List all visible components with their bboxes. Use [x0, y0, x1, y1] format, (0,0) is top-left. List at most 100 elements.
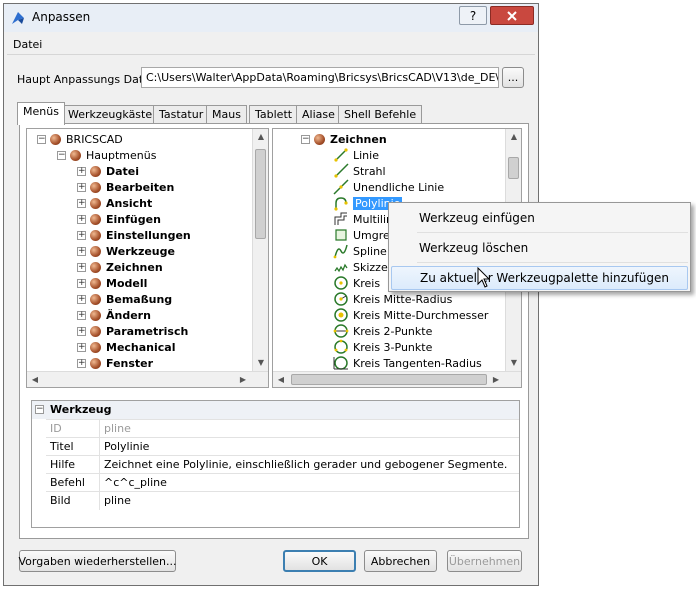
tree-node-menu[interactable]: + Einfügen — [77, 211, 161, 227]
left-tree-vscrollbar[interactable]: ▲ ▼ — [252, 129, 268, 371]
property-row[interactable]: Bild pline — [46, 491, 519, 510]
apply-button[interactable]: Übernehmen — [447, 550, 522, 572]
expand-icon[interactable]: + — [77, 166, 86, 176]
expand-icon[interactable]: + — [77, 214, 86, 224]
property-value[interactable]: Polylinie — [104, 440, 149, 453]
tree-node-zeichnen[interactable]: − Zeichnen — [301, 131, 387, 147]
scroll-right-icon[interactable]: ▶ — [488, 372, 504, 387]
context-item-delete-tool[interactable]: Werkzeug löschen — [391, 236, 688, 260]
tree-node-tool[interactable]: Kreis Mitte-Durchmesser — [333, 307, 488, 323]
scroll-right-icon[interactable]: ▶ — [235, 372, 251, 387]
expand-icon[interactable]: + — [77, 310, 86, 320]
expand-icon[interactable]: + — [77, 278, 86, 288]
expand-icon[interactable]: + — [77, 262, 86, 272]
scroll-left-icon[interactable]: ◀ — [273, 372, 289, 387]
node-icon — [90, 293, 101, 305]
tree-node-menu[interactable]: + Mechanical — [77, 339, 176, 355]
tree-node-menu[interactable]: + Modell — [77, 275, 147, 291]
menu-datei[interactable]: Datei — [13, 38, 42, 51]
property-row[interactable]: ID pline — [46, 419, 519, 438]
context-menu: Werkzeug einfügen Werkzeug löschen Zu ak… — [388, 202, 691, 292]
right-tree-hscrollbar[interactable]: ◀ ▶ — [273, 371, 521, 387]
expand-icon[interactable]: + — [77, 182, 86, 192]
tree-node-tool[interactable]: Kreis — [333, 275, 380, 291]
collapse-icon[interactable]: − — [57, 150, 66, 160]
expand-icon[interactable]: + — [77, 230, 86, 240]
tab-mouse[interactable]: Maus — [206, 105, 247, 124]
expand-icon[interactable]: + — [77, 326, 86, 336]
tab-toolbars[interactable]: Werkzeugkästen — [62, 105, 166, 124]
tree-node-menu[interactable]: + Ändern — [77, 307, 151, 323]
tree-node-tool[interactable]: Umgre — [333, 227, 390, 243]
tab-tablet[interactable]: Tablett — [249, 105, 299, 124]
tree-node-tool[interactable]: Kreis 3-Punkte — [333, 339, 432, 355]
collapse-icon[interactable]: − — [37, 134, 46, 144]
tree-node-menu[interactable]: + Bearbeiten — [77, 179, 174, 195]
context-item-insert-tool[interactable]: Werkzeug einfügen — [391, 206, 688, 230]
tree-node-tool[interactable]: Strahl — [333, 163, 386, 179]
property-value[interactable]: ^c^c_pline — [104, 476, 167, 489]
tree-node-tool[interactable]: Skizze — [333, 259, 388, 275]
left-tree-hscrollbar[interactable]: ◀ ▶ — [27, 371, 268, 387]
tree-node-tool[interactable]: Unendliche Linie — [333, 179, 444, 195]
restore-defaults-button[interactable]: Vorgaben wiederherstellen... — [19, 550, 177, 572]
tree-node-menu[interactable]: + Werkzeuge — [77, 243, 175, 259]
cancel-button[interactable]: Abbrechen — [364, 550, 437, 572]
context-item-add-to-palette[interactable]: Zu aktueller Werkzeugpalette hinzufügen — [391, 266, 688, 290]
tab-menus[interactable]: Menüs — [17, 102, 65, 125]
expand-icon[interactable]: + — [77, 342, 86, 352]
tree-node-menu[interactable]: + Fenster — [77, 355, 153, 371]
main-file-label: Haupt Anpassungs Datei: — [17, 73, 157, 86]
tree-node-label: Datei — [106, 164, 140, 178]
expand-icon[interactable]: + — [77, 358, 86, 368]
scroll-thumb[interactable] — [508, 157, 519, 179]
tab-keyboard[interactable]: Tastatur — [153, 105, 210, 124]
tree-node-label: Einstellungen — [106, 228, 191, 242]
expand-icon[interactable]: + — [77, 198, 86, 208]
tree-node-menu[interactable]: + Datei — [77, 163, 139, 179]
collapse-icon[interactable]: − — [35, 405, 44, 414]
tree-node-tool[interactable]: Kreis Tangenten-Radius — [333, 355, 482, 371]
tree-node-tool[interactable]: Multilin — [333, 211, 393, 227]
ok-button[interactable]: OK — [283, 550, 356, 572]
property-value[interactable]: pline — [104, 494, 131, 507]
tree-node-tool[interactable]: Spline — [333, 243, 387, 259]
property-row[interactable]: Titel Polylinie — [46, 437, 519, 456]
tree-node-hauptmenus[interactable]: − Hauptmenüs — [57, 147, 156, 163]
mouse-cursor-icon — [477, 267, 491, 288]
scroll-thumb[interactable] — [291, 374, 487, 385]
tree-node-menu[interactable]: + Ansicht — [77, 195, 152, 211]
tab-shell-commands[interactable]: Shell Befehle — [338, 105, 423, 124]
scroll-down-icon[interactable]: ▼ — [253, 355, 268, 371]
help-button[interactable]: ? — [459, 6, 487, 25]
scroll-left-icon[interactable]: ◀ — [27, 372, 43, 387]
scroll-up-icon[interactable]: ▲ — [253, 129, 268, 145]
tree-node-menu[interactable]: + Bemaßung — [77, 291, 172, 307]
tree-node-label: Zeichnen — [330, 132, 387, 146]
scroll-up-icon[interactable]: ▲ — [506, 129, 521, 145]
close-button[interactable] — [490, 6, 534, 25]
expand-icon[interactable]: + — [77, 246, 86, 256]
browse-button[interactable]: ... — [502, 67, 524, 88]
scroll-down-icon[interactable]: ▼ — [506, 355, 521, 371]
property-value[interactable]: Zeichnet eine Polylinie, einschließlich … — [104, 458, 507, 471]
collapse-icon[interactable]: − — [301, 134, 310, 144]
property-value[interactable]: pline — [104, 422, 131, 435]
main-file-path-field[interactable]: C:\Users\Walter\AppData\Roaming\Bricsys\… — [141, 67, 499, 88]
scroll-thumb[interactable] — [255, 149, 266, 239]
property-row[interactable]: Befehl ^c^c_pline — [46, 473, 519, 492]
property-row[interactable]: Hilfe Zeichnet eine Polylinie, einschließ… — [46, 455, 519, 474]
tree-node-root[interactable]: − BRICSCAD — [37, 131, 123, 147]
tree-node-tool[interactable]: Linie — [333, 147, 379, 163]
tree-node-menu[interactable]: + Zeichnen — [77, 259, 163, 275]
tree-node-menu[interactable]: + Parametrisch — [77, 323, 188, 339]
tab-aliases[interactable]: Aliase — [296, 105, 341, 124]
menu-tree[interactable]: − BRICSCAD − Hauptmenüs + Datei + Bearbeite… — [26, 128, 269, 388]
tree-node-tool[interactable]: Kreis 2-Punkte — [333, 323, 432, 339]
tree-node-label: Skizze — [353, 260, 388, 274]
circle-diameter-icon — [334, 308, 348, 322]
expand-icon[interactable]: + — [77, 294, 86, 304]
title-bar[interactable]: Anpassen ? — [4, 4, 538, 32]
tree-node-menu[interactable]: + Einstellungen — [77, 227, 191, 243]
tree-node-tool[interactable]: Kreis Mitte-Radius — [333, 291, 452, 307]
